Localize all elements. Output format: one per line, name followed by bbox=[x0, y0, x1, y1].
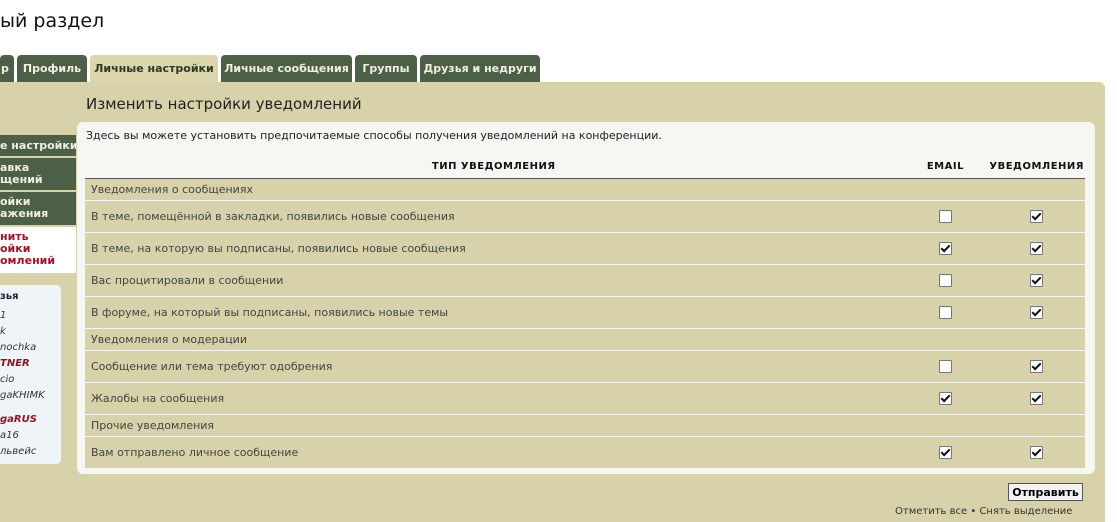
sidebar-item-display-settings[interactable]: ойки ажения bbox=[0, 192, 76, 225]
sidebar: е настройки авка щений ойки ажения нить … bbox=[0, 135, 76, 275]
tab-private-messages[interactable]: Личные сообщения bbox=[221, 55, 352, 82]
tab-groups[interactable]: Группы bbox=[355, 55, 417, 82]
sidebar-item-settings[interactable]: е настройки bbox=[0, 135, 76, 156]
email-checkbox[interactable] bbox=[938, 392, 952, 406]
footer-links: Отметить все • Снять выделение bbox=[895, 506, 1072, 517]
table-row: В форуме, на который вы подписаны, появи… bbox=[85, 296, 1085, 329]
section-title: Изменить настройки уведомлений bbox=[86, 95, 362, 113]
tab-overview[interactable]: р bbox=[0, 55, 14, 82]
notify-checkbox[interactable] bbox=[1030, 360, 1044, 374]
header-notifications: УВЕДОМЛЕНИЯ bbox=[988, 154, 1085, 179]
row-label: Жалобы на сообщения bbox=[85, 382, 903, 415]
notify-checkbox[interactable] bbox=[1030, 210, 1044, 224]
row-label: Сообщение или тема требуют одобрения bbox=[85, 350, 903, 383]
group-header-row: Уведомления о модерации bbox=[85, 328, 1085, 351]
notify-checkbox[interactable] bbox=[1030, 242, 1044, 256]
friend-link[interactable]: TNER bbox=[0, 356, 61, 372]
tab-personal-settings[interactable]: Личные настройки bbox=[90, 55, 218, 83]
friends-heading: зья bbox=[0, 291, 19, 302]
table-row: В теме, помещённой в закладки, появились… bbox=[85, 200, 1085, 233]
sidebar-item-notifications[interactable]: нить ойки омлений bbox=[0, 227, 76, 273]
friend-link[interactable]: 1 bbox=[0, 308, 61, 324]
header-email: EMAIL bbox=[902, 154, 989, 179]
row-label: В форуме, на который вы подписаны, появи… bbox=[85, 296, 903, 329]
page-title: ый раздел bbox=[0, 10, 105, 32]
group-header-row: Прочие уведомления bbox=[85, 414, 1085, 437]
notify-checkbox[interactable] bbox=[1030, 446, 1044, 460]
friend-link[interactable]: k bbox=[0, 324, 61, 340]
row-label: Вас процитировали в сообщении bbox=[85, 264, 903, 297]
row-label: Вам отправлено личное сообщение bbox=[85, 436, 903, 469]
email-checkbox[interactable] bbox=[938, 210, 952, 224]
email-checkbox[interactable] bbox=[938, 446, 952, 460]
sidebar-item-edit-messages[interactable]: авка щений bbox=[0, 158, 76, 190]
notify-checkbox[interactable] bbox=[1030, 306, 1044, 320]
friends-box: зья 1 k nochka TNER cio gaKHIMK gaRUS a1… bbox=[0, 285, 61, 464]
table-row: Вас процитировали в сообщении bbox=[85, 264, 1085, 297]
friend-link[interactable]: nochka bbox=[0, 340, 61, 356]
group-title: Прочие уведомления bbox=[85, 414, 1085, 437]
email-checkbox[interactable] bbox=[938, 360, 952, 374]
submit-button[interactable]: Отправить bbox=[1008, 483, 1083, 501]
table-row: В теме, на которую вы подписаны, появили… bbox=[85, 232, 1085, 265]
notify-checkbox[interactable] bbox=[1030, 392, 1044, 406]
form-description: Здесь вы можете установить предпочитаемы… bbox=[86, 129, 662, 142]
table-row: Сообщение или тема требуют одобрения bbox=[85, 350, 1085, 383]
friend-link[interactable]: a16 bbox=[0, 428, 61, 444]
unmark-all-link[interactable]: Снять выделение bbox=[979, 506, 1072, 517]
group-title: Уведомления о сообщениях bbox=[85, 178, 1085, 201]
row-label: В теме, на которую вы подписаны, появили… bbox=[85, 232, 903, 265]
notify-checkbox[interactable] bbox=[1030, 274, 1044, 288]
header-type: ТИП УВЕДОМЛЕНИЯ bbox=[85, 154, 903, 179]
tab-friends-foes[interactable]: Друзья и недруги bbox=[420, 55, 540, 82]
group-header-row: Уведомления о сообщениях bbox=[85, 178, 1085, 201]
friend-link[interactable]: gaRUS bbox=[0, 412, 61, 428]
footer-separator: • bbox=[967, 506, 980, 517]
notification-table: ТИП УВЕДОМЛЕНИЯ EMAIL УВЕДОМЛЕНИЯ Уведом… bbox=[85, 154, 1085, 469]
group-title: Уведомления о модерации bbox=[85, 328, 1085, 351]
tab-profile[interactable]: Профиль bbox=[17, 55, 87, 82]
friend-link[interactable]: львейс bbox=[0, 444, 61, 460]
mark-all-link[interactable]: Отметить все bbox=[895, 506, 967, 517]
email-checkbox[interactable] bbox=[938, 242, 952, 256]
friend-link[interactable]: cio bbox=[0, 372, 61, 388]
friend-link[interactable]: gaKHIMK bbox=[0, 388, 61, 404]
row-label: В теме, помещённой в закладки, появились… bbox=[85, 200, 903, 233]
email-checkbox[interactable] bbox=[938, 274, 952, 288]
table-row: Жалобы на сообщения bbox=[85, 382, 1085, 415]
notification-settings-form: Здесь вы можете установить предпочитаемы… bbox=[77, 122, 1095, 474]
email-checkbox[interactable] bbox=[938, 306, 952, 320]
table-row: Вам отправлено личное сообщение bbox=[85, 436, 1085, 469]
